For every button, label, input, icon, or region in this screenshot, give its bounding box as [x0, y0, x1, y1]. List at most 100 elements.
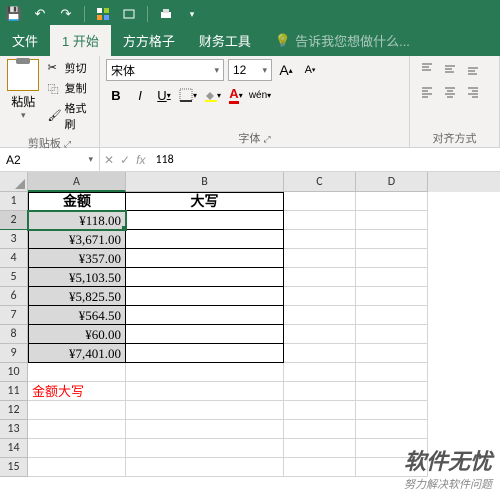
qat-custom-1-icon[interactable]: [95, 6, 111, 22]
cell[interactable]: [28, 458, 126, 477]
cell[interactable]: [126, 439, 284, 458]
increase-font-button[interactable]: A▴: [276, 60, 296, 80]
qat-print-icon[interactable]: [158, 6, 174, 22]
cell[interactable]: [126, 249, 284, 268]
align-right-button[interactable]: [462, 82, 484, 102]
tab-finance[interactable]: 财务工具: [187, 25, 263, 56]
cell[interactable]: ¥357.00: [28, 249, 126, 268]
align-middle-button[interactable]: [439, 59, 461, 79]
cell[interactable]: [356, 363, 428, 382]
cell[interactable]: [126, 458, 284, 477]
cell[interactable]: [284, 230, 356, 249]
cell[interactable]: [126, 382, 284, 401]
cell[interactable]: [284, 420, 356, 439]
chevron-down-icon[interactable]: ▾: [21, 110, 26, 121]
cell[interactable]: [126, 306, 284, 325]
cell[interactable]: [28, 363, 126, 382]
font-name-combo[interactable]: 宋体▾: [106, 59, 224, 81]
format-painter-button[interactable]: 🖌格式刷: [45, 99, 93, 133]
align-left-button[interactable]: [416, 82, 438, 102]
cell[interactable]: [28, 401, 126, 420]
cell[interactable]: [356, 306, 428, 325]
cell[interactable]: ¥5,825.50: [28, 287, 126, 306]
cell[interactable]: [356, 230, 428, 249]
cell[interactable]: [126, 344, 284, 363]
cell[interactable]: [284, 192, 356, 211]
cell[interactable]: [284, 401, 356, 420]
phonetic-button[interactable]: wén▾: [250, 85, 270, 105]
name-box[interactable]: A2▾: [0, 148, 100, 171]
row-header[interactable]: 12: [0, 401, 28, 420]
cell[interactable]: [356, 401, 428, 420]
cell[interactable]: [284, 439, 356, 458]
align-top-button[interactable]: [416, 59, 438, 79]
copy-button[interactable]: ⿻复制: [45, 79, 93, 97]
cell[interactable]: [356, 192, 428, 211]
undo-icon[interactable]: ↶: [32, 6, 48, 22]
chevron-down-icon[interactable]: ▾: [88, 154, 93, 165]
cell[interactable]: [284, 363, 356, 382]
cell[interactable]: ¥3,671.00: [28, 230, 126, 249]
chevron-down-icon[interactable]: ▾: [214, 65, 219, 76]
save-icon[interactable]: 💾: [6, 6, 22, 22]
cell[interactable]: ¥564.50: [28, 306, 126, 325]
row-header[interactable]: 11: [0, 382, 28, 401]
cell[interactable]: [356, 249, 428, 268]
cell[interactable]: [284, 249, 356, 268]
cell-selected[interactable]: ¥118.00: [28, 211, 126, 230]
cell[interactable]: [284, 268, 356, 287]
row-header[interactable]: 8: [0, 325, 28, 344]
fx-icon[interactable]: fx: [136, 153, 145, 167]
cell[interactable]: [356, 287, 428, 306]
underline-button[interactable]: U▾: [154, 85, 174, 105]
decrease-font-button[interactable]: A▾: [300, 60, 320, 80]
cell[interactable]: 金额: [28, 192, 126, 211]
col-header-A[interactable]: A: [28, 172, 126, 192]
cell[interactable]: [126, 268, 284, 287]
cell[interactable]: ¥60.00: [28, 325, 126, 344]
cell[interactable]: [284, 211, 356, 230]
row-header[interactable]: 3: [0, 230, 28, 249]
row-header[interactable]: 13: [0, 420, 28, 439]
cell[interactable]: [284, 287, 356, 306]
col-header-B[interactable]: B: [126, 172, 284, 192]
cell[interactable]: [126, 420, 284, 439]
cell[interactable]: [28, 439, 126, 458]
redo-icon[interactable]: ↷: [58, 6, 74, 22]
font-color-button[interactable]: A▾: [226, 85, 246, 105]
row-header[interactable]: 15: [0, 458, 28, 477]
cell[interactable]: [356, 420, 428, 439]
align-center-button[interactable]: [439, 82, 461, 102]
enter-icon[interactable]: ✓: [120, 153, 130, 167]
paste-button[interactable]: 粘贴 ▾: [6, 59, 41, 133]
chevron-down-icon[interactable]: ▾: [262, 65, 267, 76]
row-header[interactable]: 7: [0, 306, 28, 325]
fill-color-button[interactable]: ▾: [202, 85, 222, 105]
row-header[interactable]: 2: [0, 211, 28, 230]
cell[interactable]: 金额大写: [28, 382, 126, 401]
cell[interactable]: [356, 211, 428, 230]
cell[interactable]: 大写: [126, 192, 284, 211]
font-size-combo[interactable]: 12▾: [228, 59, 272, 81]
formula-input[interactable]: 118: [149, 153, 179, 167]
tell-me[interactable]: 💡告诉我您想做什么...: [263, 25, 422, 56]
cell[interactable]: [356, 325, 428, 344]
cell[interactable]: [356, 268, 428, 287]
italic-button[interactable]: I: [130, 85, 150, 105]
cell[interactable]: [284, 325, 356, 344]
cancel-icon[interactable]: ✕: [104, 153, 114, 167]
cell[interactable]: [126, 401, 284, 420]
cut-button[interactable]: ✂剪切: [45, 59, 93, 77]
align-bottom-button[interactable]: [462, 59, 484, 79]
cell[interactable]: [126, 211, 284, 230]
bold-button[interactable]: B: [106, 85, 126, 105]
cell[interactable]: [284, 344, 356, 363]
tab-file[interactable]: 文件: [0, 25, 50, 56]
row-header[interactable]: 9: [0, 344, 28, 363]
row-header[interactable]: 10: [0, 363, 28, 382]
cell[interactable]: [356, 344, 428, 363]
row-header[interactable]: 14: [0, 439, 28, 458]
cell[interactable]: [356, 382, 428, 401]
col-header-C[interactable]: C: [284, 172, 356, 192]
cell[interactable]: [284, 382, 356, 401]
